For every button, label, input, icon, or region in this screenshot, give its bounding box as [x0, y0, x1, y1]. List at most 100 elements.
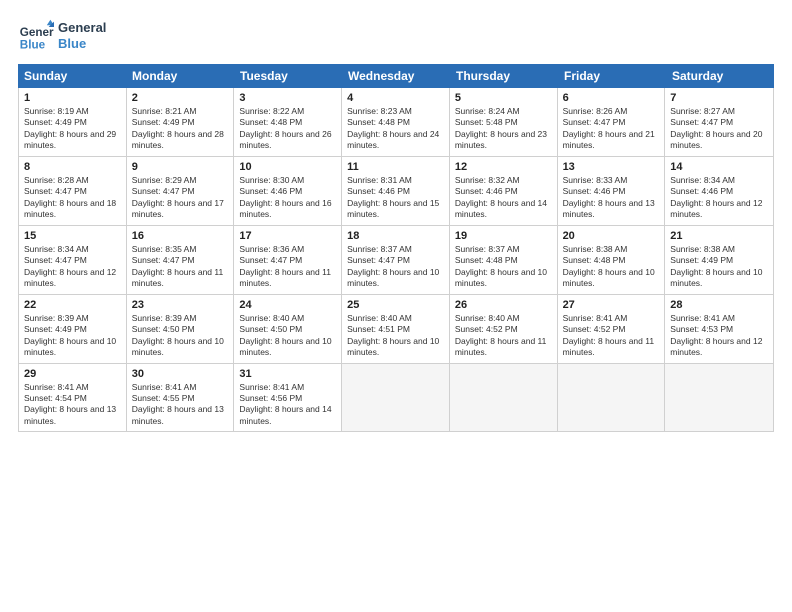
cal-cell [665, 364, 773, 432]
cal-cell: 4 Sunrise: 8:23 AMSunset: 4:48 PMDaylight… [342, 88, 450, 156]
day-number: 24 [239, 299, 336, 311]
day-number: 2 [132, 92, 229, 104]
day-number: 20 [563, 230, 660, 242]
logo-blue: Blue [58, 36, 106, 52]
cal-cell: 14 Sunrise: 8:34 AMSunset: 4:46 PMDayligh… [665, 157, 773, 225]
cal-cell [450, 364, 558, 432]
cal-cell: 20 Sunrise: 8:38 AMSunset: 4:48 PMDayligh… [558, 226, 666, 294]
cal-cell: 17 Sunrise: 8:36 AMSunset: 4:47 PMDayligh… [234, 226, 342, 294]
logo-icon: General Blue [18, 18, 54, 54]
header-day-friday: Friday [558, 64, 666, 88]
cal-cell: 26Sunrise: 8:40 AMSunset: 4:52 PMDayligh… [450, 295, 558, 363]
day-number: 12 [455, 161, 552, 173]
cal-cell: 18 Sunrise: 8:37 AMSunset: 4:47 PMDayligh… [342, 226, 450, 294]
calendar-week-2: 8 Sunrise: 8:28 AMSunset: 4:47 PMDaylight… [19, 157, 773, 226]
day-number: 10 [239, 161, 336, 173]
day-number: 5 [455, 92, 552, 104]
header-day-sunday: Sunday [18, 64, 126, 88]
header-day-thursday: Thursday [450, 64, 558, 88]
cell-info: Sunrise: 8:40 AMSunset: 4:50 PMDaylight:… [239, 313, 336, 359]
day-number: 19 [455, 230, 552, 242]
cell-info: Sunrise: 8:34 AMSunset: 4:46 PMDaylight:… [670, 175, 768, 221]
cell-info: Sunrise: 8:41 AMSunset: 4:55 PMDaylight:… [132, 382, 229, 428]
cell-info: Sunrise: 8:29 AMSunset: 4:47 PMDaylight:… [132, 175, 229, 221]
cell-info: Sunrise: 8:41 AMSunset: 4:52 PMDaylight:… [563, 313, 660, 359]
cell-info: Sunrise: 8:31 AMSunset: 4:46 PMDaylight:… [347, 175, 444, 221]
logo: General Blue General Blue [18, 18, 106, 54]
cell-info: Sunrise: 8:40 AMSunset: 4:52 PMDaylight:… [455, 313, 552, 359]
day-number: 9 [132, 161, 229, 173]
day-number: 11 [347, 161, 444, 173]
cal-cell: 12 Sunrise: 8:32 AMSunset: 4:46 PMDayligh… [450, 157, 558, 225]
cell-info: Sunrise: 8:22 AMSunset: 4:48 PMDaylight:… [239, 106, 336, 152]
cal-cell: 19 Sunrise: 8:37 AMSunset: 4:48 PMDayligh… [450, 226, 558, 294]
calendar-week-1: 1Sunrise: 8:19 AMSunset: 4:49 PMDaylight… [19, 88, 773, 157]
cal-cell: 2Sunrise: 8:21 AMSunset: 4:49 PMDaylight… [127, 88, 235, 156]
cell-info: Sunrise: 8:28 AMSunset: 4:47 PMDaylight:… [24, 175, 121, 221]
cal-cell: 24 Sunrise: 8:40 AMSunset: 4:50 PMDayligh… [234, 295, 342, 363]
cell-info: Sunrise: 8:39 AMSunset: 4:49 PMDaylight:… [24, 313, 121, 359]
cell-info: Sunrise: 8:41 AMSunset: 4:53 PMDaylight:… [670, 313, 768, 359]
calendar-week-4: 22 Sunrise: 8:39 AMSunset: 4:49 PMDayligh… [19, 295, 773, 364]
cal-cell: 25Sunrise: 8:40 AMSunset: 4:51 PMDayligh… [342, 295, 450, 363]
day-number: 18 [347, 230, 444, 242]
cal-cell: 1Sunrise: 8:19 AMSunset: 4:49 PMDaylight… [19, 88, 127, 156]
header-day-wednesday: Wednesday [342, 64, 450, 88]
day-number: 27 [563, 299, 660, 311]
logo-general: General [58, 20, 106, 36]
cal-cell: 7 Sunrise: 8:27 AMSunset: 4:47 PMDaylight… [665, 88, 773, 156]
day-number: 8 [24, 161, 121, 173]
cell-info: Sunrise: 8:27 AMSunset: 4:47 PMDaylight:… [670, 106, 768, 152]
day-number: 3 [239, 92, 336, 104]
page: General Blue General Blue SundayMondayTu… [0, 0, 792, 612]
cell-info: Sunrise: 8:26 AMSunset: 4:47 PMDaylight:… [563, 106, 660, 152]
cal-cell: 9 Sunrise: 8:29 AMSunset: 4:47 PMDaylight… [127, 157, 235, 225]
calendar-header: SundayMondayTuesdayWednesdayThursdayFrid… [18, 64, 774, 88]
day-number: 30 [132, 368, 229, 380]
cal-cell: 11 Sunrise: 8:31 AMSunset: 4:46 PMDayligh… [342, 157, 450, 225]
day-number: 13 [563, 161, 660, 173]
cal-cell: 16 Sunrise: 8:35 AMSunset: 4:47 PMDayligh… [127, 226, 235, 294]
cal-cell: 3 Sunrise: 8:22 AMSunset: 4:48 PMDaylight… [234, 88, 342, 156]
cell-info: Sunrise: 8:23 AMSunset: 4:48 PMDaylight:… [347, 106, 444, 152]
day-number: 25 [347, 299, 444, 311]
cell-info: Sunrise: 8:41 AMSunset: 4:56 PMDaylight:… [239, 382, 336, 428]
day-number: 16 [132, 230, 229, 242]
cell-info: Sunrise: 8:37 AMSunset: 4:48 PMDaylight:… [455, 244, 552, 290]
day-number: 22 [24, 299, 121, 311]
day-number: 14 [670, 161, 768, 173]
cell-info: Sunrise: 8:32 AMSunset: 4:46 PMDaylight:… [455, 175, 552, 221]
cell-info: Sunrise: 8:38 AMSunset: 4:49 PMDaylight:… [670, 244, 768, 290]
header: General Blue General Blue [18, 18, 774, 54]
cell-info: Sunrise: 8:35 AMSunset: 4:47 PMDaylight:… [132, 244, 229, 290]
calendar-week-5: 29Sunrise: 8:41 AMSunset: 4:54 PMDayligh… [19, 364, 773, 432]
day-number: 23 [132, 299, 229, 311]
cal-cell: 28Sunrise: 8:41 AMSunset: 4:53 PMDayligh… [665, 295, 773, 363]
day-number: 6 [563, 92, 660, 104]
day-number: 1 [24, 92, 121, 104]
day-number: 21 [670, 230, 768, 242]
cell-info: Sunrise: 8:39 AMSunset: 4:50 PMDaylight:… [132, 313, 229, 359]
cell-info: Sunrise: 8:38 AMSunset: 4:48 PMDaylight:… [563, 244, 660, 290]
cal-cell: 23 Sunrise: 8:39 AMSunset: 4:50 PMDayligh… [127, 295, 235, 363]
calendar-week-3: 15Sunrise: 8:34 AMSunset: 4:47 PMDayligh… [19, 226, 773, 295]
cell-info: Sunrise: 8:37 AMSunset: 4:47 PMDaylight:… [347, 244, 444, 290]
day-number: 15 [24, 230, 121, 242]
cal-cell: 13Sunrise: 8:33 AMSunset: 4:46 PMDayligh… [558, 157, 666, 225]
cal-cell: 5 Sunrise: 8:24 AMSunset: 5:48 PMDaylight… [450, 88, 558, 156]
cell-info: Sunrise: 8:41 AMSunset: 4:54 PMDaylight:… [24, 382, 121, 428]
header-day-tuesday: Tuesday [234, 64, 342, 88]
cal-cell [558, 364, 666, 432]
day-number: 17 [239, 230, 336, 242]
cell-info: Sunrise: 8:24 AMSunset: 5:48 PMDaylight:… [455, 106, 552, 152]
header-day-saturday: Saturday [666, 64, 774, 88]
svg-text:General: General [20, 26, 54, 39]
day-number: 4 [347, 92, 444, 104]
header-day-monday: Monday [126, 64, 234, 88]
day-number: 31 [239, 368, 336, 380]
cal-cell: 21 Sunrise: 8:38 AMSunset: 4:49 PMDayligh… [665, 226, 773, 294]
cal-cell: 10Sunrise: 8:30 AMSunset: 4:46 PMDayligh… [234, 157, 342, 225]
day-number: 7 [670, 92, 768, 104]
cell-info: Sunrise: 8:36 AMSunset: 4:47 PMDaylight:… [239, 244, 336, 290]
cal-cell: 6 Sunrise: 8:26 AMSunset: 4:47 PMDaylight… [558, 88, 666, 156]
